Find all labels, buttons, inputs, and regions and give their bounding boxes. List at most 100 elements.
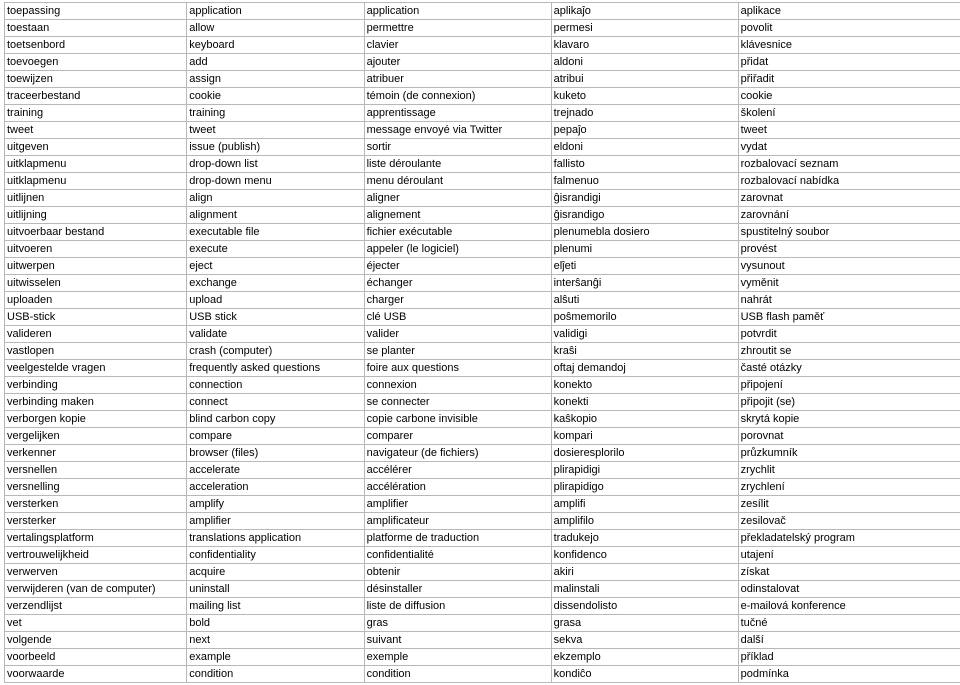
table-cell: add (187, 54, 364, 71)
table-row: vertalingsplatformtranslations applicati… (5, 530, 960, 547)
table-cell: bold (187, 615, 364, 632)
table-cell: klavaro (551, 37, 738, 54)
table-cell: spustitelný soubor (738, 224, 960, 241)
table-cell: USB flash paměť (738, 309, 960, 326)
table-cell: odinstalovat (738, 581, 960, 598)
table-cell: přidat (738, 54, 960, 71)
table-cell: charger (364, 292, 551, 309)
table-cell: eldoni (551, 139, 738, 156)
table-cell: sortir (364, 139, 551, 156)
table-row: vetboldgrasgrasatučné (5, 615, 960, 632)
table-cell: alŝuti (551, 292, 738, 309)
table-cell: navigateur (de fichiers) (364, 445, 551, 462)
table-cell: valideren (5, 326, 187, 343)
table-cell: confidentialité (364, 547, 551, 564)
table-cell: confidentiality (187, 547, 364, 564)
table-cell: issue (publish) (187, 139, 364, 156)
table-cell: amplifier (187, 513, 364, 530)
table-cell: kondiĉo (551, 666, 738, 683)
table-cell: versnellen (5, 462, 187, 479)
table-row: toevoegenaddajouteraldonipřidat (5, 54, 960, 71)
table-cell: aligner (364, 190, 551, 207)
table-row: versterkenamplifyamplifieramplifizesílit (5, 496, 960, 513)
table-cell: uitlijning (5, 207, 187, 224)
table-cell: accelerate (187, 462, 364, 479)
table-cell: crash (computer) (187, 343, 364, 360)
table-cell: verbinding maken (5, 394, 187, 411)
table-row: verzendlijstmailing listliste de diffusi… (5, 598, 960, 615)
table-cell: execute (187, 241, 364, 258)
table-cell: tweet (5, 122, 187, 139)
table-cell: eject (187, 258, 364, 275)
table-row: versterkeramplifieramplificateuramplifil… (5, 513, 960, 530)
table-cell: permesi (551, 20, 738, 37)
table-cell: vastlopen (5, 343, 187, 360)
table-row: verbindingconnectionconnexionkonektopřip… (5, 377, 960, 394)
table-cell: accélération (364, 479, 551, 496)
table-cell: skrytá kopie (738, 411, 960, 428)
table-cell: frequently asked questions (187, 360, 364, 377)
table-cell: appeler (le logiciel) (364, 241, 551, 258)
table-cell: ĝisrandigi (551, 190, 738, 207)
table-cell: allow (187, 20, 364, 37)
table-cell: překladatelský program (738, 530, 960, 547)
table-cell: falmenuo (551, 173, 738, 190)
table-cell: tučné (738, 615, 960, 632)
table-cell: align (187, 190, 364, 207)
table-cell: atribui (551, 71, 738, 88)
table-cell: clé USB (364, 309, 551, 326)
table-cell: verborgen kopie (5, 411, 187, 428)
table-row: toestaanallowpermettrepermesipovolit (5, 20, 960, 37)
table-cell: condition (187, 666, 364, 683)
table-cell: ĝisrandigo (551, 207, 738, 224)
table-cell: se planter (364, 343, 551, 360)
table-cell: acceleration (187, 479, 364, 496)
table-cell: vergelijken (5, 428, 187, 445)
table-cell: podmínka (738, 666, 960, 683)
table-cell: fallisto (551, 156, 738, 173)
table-cell: plenumebla dosiero (551, 224, 738, 241)
table-cell: vet (5, 615, 187, 632)
table-cell: uitklapmenu (5, 173, 187, 190)
table-cell: USB-stick (5, 309, 187, 326)
table-cell: keyboard (187, 37, 364, 54)
table-cell: verwerven (5, 564, 187, 581)
table-cell: tradukejo (551, 530, 738, 547)
table-row: traceerbestandcookietémoin (de connexion… (5, 88, 960, 105)
table-cell: atribuer (364, 71, 551, 88)
table-cell: compare (187, 428, 364, 445)
translation-table: toepassingapplicationapplicationaplikaĵo… (4, 2, 960, 683)
table-cell: školení (738, 105, 960, 122)
table-cell: toetsenbord (5, 37, 187, 54)
table-cell: e-mailová konference (738, 598, 960, 615)
table-cell: toewijzen (5, 71, 187, 88)
table-row: toepassingapplicationapplicationaplikaĵo… (5, 3, 960, 20)
table-cell: validate (187, 326, 364, 343)
table-cell: toevoegen (5, 54, 187, 71)
table-cell: kuketo (551, 88, 738, 105)
table-cell: plirapidigo (551, 479, 738, 496)
table-cell: amplifilo (551, 513, 738, 530)
table-cell: training (5, 105, 187, 122)
table-cell: traceerbestand (5, 88, 187, 105)
table-cell: aplikace (738, 3, 960, 20)
table-cell: dosieresplorilo (551, 445, 738, 462)
table-cell: versterker (5, 513, 187, 530)
table-cell: klávesnice (738, 37, 960, 54)
table-cell: zarovnat (738, 190, 960, 207)
table-cell: versterken (5, 496, 187, 513)
table-cell: cookie (187, 88, 364, 105)
table-cell: validigi (551, 326, 738, 343)
table-cell: průzkumník (738, 445, 960, 462)
table-row: verwervenacquireobtenirakirizískat (5, 564, 960, 581)
table-cell: message envoyé via Twitter (364, 122, 551, 139)
table-cell: kaŝkopio (551, 411, 738, 428)
table-cell: uitlijnen (5, 190, 187, 207)
table-cell: drop-down menu (187, 173, 364, 190)
table-cell: example (187, 649, 364, 666)
table-cell: trejnado (551, 105, 738, 122)
table-row: uitwisselenexchangeéchangerinterŝanĝivym… (5, 275, 960, 292)
table-cell: sekva (551, 632, 738, 649)
table-cell: zrychlení (738, 479, 960, 496)
table-cell: malinstali (551, 581, 738, 598)
